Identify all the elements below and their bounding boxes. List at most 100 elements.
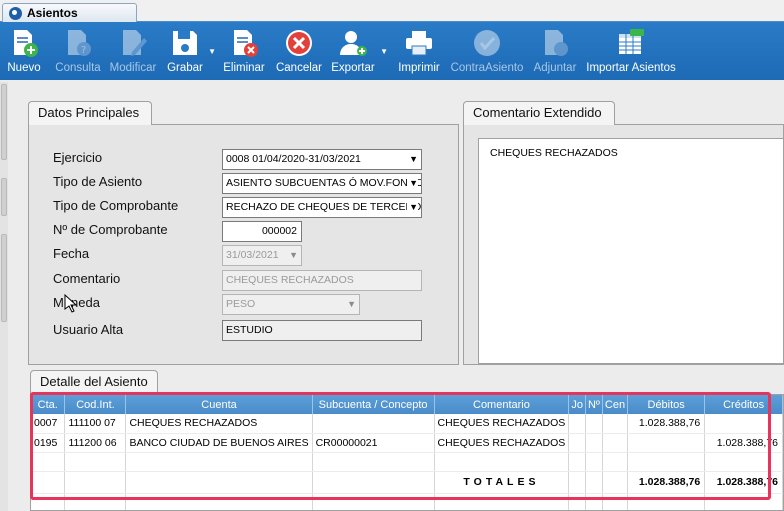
consulta-button[interactable]: ? Consulta [54,22,102,80]
ejercicio-label: Ejercicio [53,150,103,165]
cell-comentario[interactable]: CHEQUES RECHAZADOS [434,433,570,453]
cell-cen[interactable] [602,433,629,453]
ejercicio-value: 0008 01/04/2020-31/03/2021 [226,153,361,165]
cancelar-button[interactable]: Cancelar [274,22,324,80]
user-export-icon [340,31,367,56]
excel-import-icon [619,29,644,54]
tipo-asiento-label: Tipo de Asiento [53,174,143,189]
column-header-creditos[interactable]: Créditos [704,395,783,414]
table-row-empty[interactable] [31,452,783,472]
grabar-dropdown-icon[interactable]: ▼ [208,47,216,56]
column-header-debitos[interactable]: Débitos [627,395,706,414]
side-tab[interactable] [1,178,7,216]
totals-row: TOTALES 1.028.388,76 1.028.388,76 [31,471,783,494]
adjuntar-button[interactable]: Adjuntar [530,22,580,80]
cell-debitos[interactable]: 1.028.388,76 [627,414,706,434]
chevron-down-icon: ▼ [409,154,418,164]
side-tab[interactable] [1,84,7,160]
cell-cod-int[interactable]: 111100 07 [64,414,127,434]
total-creditos: 1.028.388,76 [704,471,783,494]
cell-nro[interactable] [585,433,603,453]
cell-jo[interactable] [568,433,586,453]
tab-asientos-contables[interactable]: Asientos Contables [2,3,137,38]
comentario-extendido-textarea[interactable]: CHEQUES RECHAZADOS [478,138,784,364]
document-tab-strip: Asientos Contables [0,0,784,38]
comentario-extendido-title: Comentario Extendido [473,105,602,120]
column-header-nro[interactable]: Nº [585,395,603,414]
table-header-row: Cta. Cod.Int. Cuenta Subcuenta / Concept… [31,395,783,414]
cell-jo[interactable] [568,414,586,434]
tipo-comprobante-value: RECHAZO DE CHEQUES DE TERCEROS [226,201,422,213]
exportar-button[interactable]: ▼ Exportar [328,22,388,80]
attach-document-icon [545,30,568,56]
datos-principales-title: Datos Principales [38,105,140,120]
cell-subcuenta[interactable]: CR00000021 [312,433,435,453]
imprimir-label: Imprimir [398,62,440,74]
cell-cta[interactable]: 0195 [31,433,66,453]
tipo-asiento-select[interactable]: ASIENTO SUBCUENTAS Ó MOV.FONDOS ▼ [222,173,422,194]
cell-comentario[interactable]: CHEQUES RECHAZADOS [434,414,570,434]
eliminar-button[interactable]: Eliminar [222,22,266,80]
contraasiento-button[interactable]: ContraAsiento [450,22,524,80]
cell-subcuenta[interactable] [312,414,435,434]
eliminar-label: Eliminar [223,62,265,74]
usuario-alta-label: Usuario Alta [53,322,124,337]
column-header-cen[interactable]: Cen [602,395,629,414]
nuevo-label: Nuevo [7,62,41,74]
cell-debitos[interactable] [627,433,706,453]
toolbar: Nuevo ? Consulta Modificar ▼ Grabar Elim… [0,22,784,80]
imprimir-button[interactable]: Imprimir [396,22,442,80]
moneda-value: PESO [226,298,256,310]
tipo-comprobante-select[interactable]: RECHAZO DE CHEQUES DE TERCEROS ▼ [222,197,422,218]
mouse-pointer-icon [64,294,78,313]
table-row[interactable]: 0007 111100 07 CHEQUES RECHAZADOS CHEQUE… [31,414,783,434]
exportar-label: Exportar [331,62,375,74]
table-row-empty [31,493,783,510]
nro-comprobante-label: Nº de Comprobante [53,222,168,237]
chevron-down-icon: ▼ [289,250,298,260]
column-header-cta[interactable]: Cta. [31,395,66,414]
cell-creditos[interactable]: 1.028.388,76 [704,433,783,453]
adjuntar-label: Adjuntar [533,62,577,74]
cell-cod-int[interactable]: 111200 06 [64,433,127,453]
usuario-alta-input: ESTUDIO [222,320,422,341]
totals-label: TOTALES [434,471,570,494]
svg-text:?: ? [81,45,86,56]
cell-cuenta[interactable]: BANCO CIUDAD DE BUENOS AIRES [125,433,313,453]
nro-comprobante-input[interactable]: 000002 [222,221,302,242]
side-tab[interactable] [1,234,7,322]
cell-cen[interactable] [602,414,629,434]
document-edit-icon [123,30,147,56]
tipo-asiento-value: ASIENTO SUBCUENTAS Ó MOV.FONDOS [226,177,422,189]
document-question-icon: ? [68,30,91,56]
cell-cuenta[interactable]: CHEQUES RECHAZADOS [125,414,313,434]
fecha-label: Fecha [53,246,90,261]
comentario-input[interactable]: CHEQUES RECHAZADOS [222,270,422,291]
total-debitos: 1.028.388,76 [627,471,706,494]
column-header-cuenta[interactable]: Cuenta [125,395,313,414]
chevron-down-icon: ▼ [407,174,418,193]
table-row[interactable]: 0195 111200 06 BANCO CIUDAD DE BUENOS AI… [31,433,783,453]
grabar-button[interactable]: ▼ Grabar [164,22,216,80]
fecha-datepicker[interactable]: 31/03/2021 ▼ [222,245,302,266]
column-header-comentario[interactable]: Comentario [434,395,570,414]
cell-nro[interactable] [585,414,603,434]
exportar-dropdown-icon[interactable]: ▼ [380,47,388,56]
modificar-button[interactable]: Modificar [108,22,158,80]
moneda-select[interactable]: PESO ▼ [222,294,360,315]
column-header-cod-int[interactable]: Cod.Int. [64,395,127,414]
column-header-jo[interactable]: Jo [568,395,586,414]
left-side-strip [0,82,8,511]
ejercicio-select[interactable]: 0008 01/04/2020-31/03/2021 ▼ [222,149,422,170]
comentario-label: Comentario [53,271,121,286]
consulta-label: Consulta [55,62,101,74]
importar-asientos-button[interactable]: Importar Asientos [586,22,676,80]
cell-creditos[interactable] [704,414,783,434]
column-header-subcuenta[interactable]: Subcuenta / Concepto [312,395,435,414]
fecha-value: 31/03/2021 [226,249,279,261]
nuevo-button[interactable]: Nuevo [2,22,46,80]
cell-cta[interactable]: 0007 [31,414,66,434]
document-plus-icon [14,30,38,57]
app-logo-icon [9,7,22,20]
chevron-down-icon: ▼ [347,299,356,309]
